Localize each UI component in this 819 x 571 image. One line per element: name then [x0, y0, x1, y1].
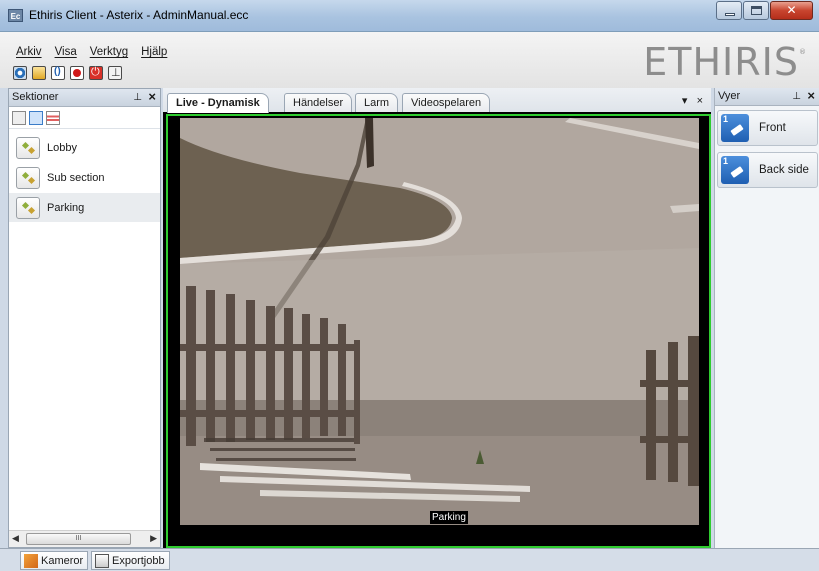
section-item-sub-section[interactable]: Sub section [9, 163, 160, 192]
record-icon[interactable] [70, 66, 84, 80]
views-panel-title: Vyer [718, 90, 741, 102]
document-tab-strip: Live - Dynamisk Händelser Larm Videospel… [163, 88, 711, 113]
refresh-icon[interactable] [51, 66, 65, 80]
tab-live-dynamisk[interactable]: Live - Dynamisk [167, 93, 269, 113]
scroll-thumb[interactable]: III [26, 533, 131, 545]
view-label: Back side [759, 164, 809, 176]
menu-arkiv[interactable]: Arkiv [16, 46, 42, 58]
sections-list: Lobby Sub section Parking [9, 129, 160, 222]
views-panel-header: Vyer ⊥ × [715, 88, 819, 106]
pin-icon[interactable]: ⊥ [792, 88, 801, 105]
close-panel-icon[interactable]: × [807, 87, 815, 104]
toolbar [13, 66, 122, 80]
section-item-parking[interactable]: Parking [9, 193, 160, 222]
camera-view-frame[interactable]: Parking [166, 114, 711, 548]
tab-videospelaren[interactable]: Videospelaren [402, 93, 491, 112]
ethiris-logo: ETHIRIS® [643, 40, 807, 84]
section-item-lobby[interactable]: Lobby [9, 133, 160, 162]
power-icon[interactable] [89, 66, 103, 80]
export-icon[interactable] [108, 66, 122, 80]
menu-hjalp[interactable]: Hjälp [141, 46, 167, 58]
tab-list-dropdown-icon[interactable]: ▾ [682, 95, 688, 107]
close-button[interactable]: ✕ [770, 1, 813, 20]
list-view-icon[interactable] [29, 110, 43, 125]
view-item-back-side[interactable]: 1 Back side [717, 152, 818, 188]
tab-controls: ▾ × [682, 94, 703, 107]
close-icon: ✕ [786, 3, 797, 17]
view-label: Front [759, 122, 786, 134]
camera-feed[interactable]: Parking [180, 118, 699, 525]
pin-icon[interactable]: ⊥ [133, 89, 142, 106]
view-layout-icon: 1 [721, 156, 749, 184]
sections-view-toggle [9, 107, 160, 129]
menu-visa[interactable]: Visa [55, 46, 77, 58]
scroll-right-icon[interactable]: ▶ [150, 533, 157, 544]
section-icon [16, 136, 40, 159]
section-label: Sub section [47, 171, 105, 184]
export-jobs-icon [95, 553, 109, 568]
folder-icon[interactable] [32, 66, 46, 80]
settings-icon[interactable] [13, 66, 27, 80]
menu-toolbar-band: Arkiv Visa Verktyg Hjälp ETHIRIS® [0, 32, 819, 88]
title-bar: Ec Ethiris Client - Asterix - AdminManua… [0, 0, 819, 32]
view-item-front[interactable]: 1 Front [717, 110, 818, 146]
close-panel-icon[interactable]: × [148, 88, 156, 105]
tile-view-icon[interactable] [12, 110, 26, 125]
maximize-button[interactable] [743, 1, 769, 20]
tab-handelser[interactable]: Händelser [284, 93, 353, 112]
sections-panel: Sektioner ⊥ × Lobby Sub section Parking … [8, 88, 161, 548]
camera-name-label: Parking [430, 511, 468, 524]
sections-panel-title: Sektioner [12, 91, 59, 103]
section-label: Lobby [47, 141, 77, 154]
window-title: Ethiris Client - Asterix - AdminManual.e… [29, 8, 249, 22]
minimize-icon [725, 13, 735, 16]
camera-image [180, 118, 699, 525]
tab-exportjobb[interactable]: Exportjobb [91, 551, 170, 570]
camera-icon [24, 553, 38, 568]
close-tab-icon[interactable]: × [697, 95, 703, 107]
minimize-button[interactable] [716, 1, 742, 20]
view-layout-icon: 1 [721, 114, 749, 142]
menu-verktyg[interactable]: Verktyg [90, 46, 128, 58]
section-label: Parking [47, 201, 85, 214]
sections-panel-header: Sektioner ⊥ × [9, 89, 160, 107]
detail-view-icon[interactable] [46, 110, 60, 125]
sections-horizontal-scrollbar[interactable]: ◀ III ▶ [9, 530, 160, 547]
bottom-tab-bar: Kameror Exportjobb [0, 548, 819, 571]
section-icon [16, 196, 40, 219]
tab-label: Kameror [41, 554, 84, 567]
scroll-left-icon[interactable]: ◀ [12, 533, 19, 544]
section-icon [16, 166, 40, 189]
views-panel: Vyer ⊥ × 1 Front 1 Back side [714, 88, 819, 548]
menu-bar: Arkiv Visa Verktyg Hjälp [16, 46, 167, 58]
maximize-icon [751, 6, 762, 15]
app-icon: Ec [8, 9, 23, 22]
tab-larm[interactable]: Larm [355, 93, 399, 112]
tab-label: Exportjobb [112, 554, 165, 567]
window-controls: ✕ [715, 1, 813, 20]
tab-kameror[interactable]: Kameror [20, 551, 89, 570]
